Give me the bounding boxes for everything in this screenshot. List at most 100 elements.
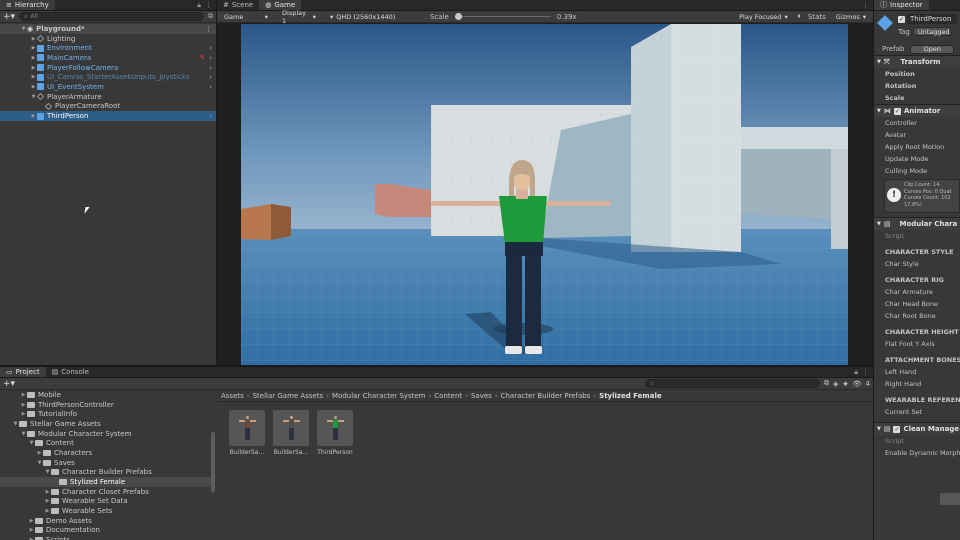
kebab-menu-icon[interactable]: ⋮ bbox=[205, 1, 212, 9]
expand-arrow-icon[interactable]: ▼ bbox=[30, 94, 37, 100]
project-folder-item[interactable]: ▼ Saves bbox=[0, 458, 211, 468]
transform-header[interactable]: ▼ ⤧ Transform bbox=[874, 56, 960, 68]
modular-field-row[interactable]: Flat Foot Y Axis bbox=[874, 338, 960, 350]
expand-arrow-icon[interactable]: ▶ bbox=[20, 411, 27, 417]
mute-audio-icon[interactable]: 🔈︎ bbox=[798, 12, 802, 21]
modular-header[interactable]: ▼ ▤ Modular Chara bbox=[874, 218, 960, 230]
expand-arrow-icon[interactable]: ▼ bbox=[28, 440, 35, 446]
resolution-dropdown[interactable]: ▾ QHD (2560x1440) bbox=[326, 12, 424, 21]
add-icon[interactable]: +▾ bbox=[3, 12, 15, 22]
expand-arrow-icon[interactable]: ▼ bbox=[44, 469, 51, 475]
scene-row[interactable]: ▼ ◉ Playground* ⋮ bbox=[0, 24, 216, 34]
breadcrumb-item[interactable]: Content bbox=[434, 392, 462, 400]
tab-hierarchy[interactable]: ≡ Hierarchy bbox=[0, 0, 55, 10]
project-folder-item[interactable]: ▼ Character Builder Prefabs bbox=[0, 468, 211, 478]
expand-arrow-icon[interactable]: ▼ bbox=[20, 26, 27, 32]
game-mode-dropdown[interactable]: Game ▾ bbox=[220, 12, 272, 21]
project-folder-item[interactable]: ▼ Modular Character System bbox=[0, 429, 211, 439]
animator-row[interactable]: Apply Root Motion bbox=[874, 141, 960, 153]
lock-icon[interactable]: 🔒︎ bbox=[854, 368, 858, 377]
breadcrumb-item[interactable]: Stylized Female bbox=[599, 392, 661, 400]
animator-row[interactable]: Controller bbox=[874, 117, 960, 129]
display-dropdown[interactable]: Display 1 ▾ bbox=[278, 9, 320, 25]
scale-slider[interactable] bbox=[454, 12, 551, 21]
chevron-right-icon[interactable]: › bbox=[209, 64, 212, 72]
chevron-right-icon[interactable]: › bbox=[209, 44, 212, 52]
project-folder-item[interactable]: ▶ ThirdPersonController bbox=[0, 400, 211, 410]
favorite-star-icon[interactable]: ★ bbox=[842, 380, 848, 388]
kebab-menu-icon[interactable]: ⋮ bbox=[862, 1, 869, 9]
expand-arrow-icon[interactable]: ▶ bbox=[44, 489, 51, 495]
tag-dropdown[interactable]: Untagged bbox=[912, 27, 951, 36]
expand-arrow-icon[interactable]: ▼ bbox=[20, 431, 27, 437]
animator-row[interactable]: Culling Mode bbox=[874, 165, 960, 177]
tab-console[interactable]: ▤ Console bbox=[46, 367, 95, 377]
prefab-open-button[interactable]: Open bbox=[910, 44, 955, 54]
animator-row[interactable]: Update Mode bbox=[874, 153, 960, 165]
modular-field-row[interactable]: Right Hand bbox=[874, 378, 960, 390]
expand-arrow-icon[interactable]: ▶ bbox=[36, 450, 43, 456]
breadcrumb-item[interactable]: Modular Character System bbox=[332, 392, 425, 400]
game-viewport[interactable] bbox=[241, 24, 848, 365]
expand-arrow-icon[interactable]: ▶ bbox=[30, 74, 37, 80]
expand-arrow-icon[interactable]: ▶ bbox=[20, 392, 27, 398]
filter-type-icon[interactable]: ⧉ bbox=[824, 379, 829, 388]
project-folder-item[interactable]: ▶ TutorialInfo bbox=[0, 409, 211, 419]
tab-inspector[interactable]: ⓘ Inspector bbox=[874, 0, 929, 10]
animator-header[interactable]: ▼ ⋈ ✓ Animator bbox=[874, 105, 960, 117]
animator-row[interactable]: Avatar bbox=[874, 129, 960, 141]
project-tree-scrollbar[interactable] bbox=[211, 432, 215, 492]
project-folder-item[interactable]: ▶ Wearable Set Data bbox=[0, 497, 211, 507]
modular-field-row[interactable]: Left Hand bbox=[874, 366, 960, 378]
hierarchy-item[interactable]: ▶ Environment › bbox=[0, 43, 216, 53]
lock-icon[interactable]: 🔒︎ bbox=[197, 1, 201, 10]
modular-field-row[interactable]: Current Set bbox=[874, 406, 960, 418]
gizmos-dropdown[interactable]: Gizmos ▾ bbox=[831, 12, 870, 21]
hidden-packages-icon[interactable]: 👁︎ bbox=[853, 380, 862, 388]
project-folder-item[interactable]: ▼ Stellar Game Assets bbox=[0, 419, 211, 429]
hierarchy-search-input[interactable]: ⌕ All bbox=[19, 12, 204, 21]
hierarchy-item[interactable]: PlayerCameraRoot bbox=[0, 102, 216, 112]
filter-label-icon[interactable]: ◈ bbox=[833, 380, 838, 388]
add-icon[interactable]: +▾ bbox=[3, 379, 15, 389]
clean-field-row[interactable]: Enable Dynamic Morph bbox=[874, 447, 960, 459]
project-folder-item[interactable]: ▶ Wearable Sets bbox=[0, 506, 211, 516]
active-checkbox[interactable]: ✓ bbox=[898, 15, 905, 23]
project-folder-item[interactable]: ▶ Character Closet Prefabs bbox=[0, 487, 211, 497]
kebab-menu-icon[interactable]: ⋮ bbox=[205, 25, 212, 33]
chevron-right-icon[interactable]: › bbox=[209, 54, 212, 62]
modular-field-row[interactable]: Char Head Bone bbox=[874, 298, 960, 310]
modular-field-row[interactable]: Char Root Bone bbox=[874, 310, 960, 322]
expand-arrow-icon[interactable]: ▶ bbox=[30, 36, 37, 42]
project-folder-item[interactable]: Stylized Female bbox=[0, 477, 211, 487]
asset-tile[interactable]: BuilderSa... bbox=[229, 410, 265, 456]
hierarchy-item[interactable]: ▶ PlayerFollowCamera › bbox=[0, 63, 216, 73]
hierarchy-item[interactable]: ▶ UI_EventSystem › bbox=[0, 82, 216, 92]
expand-arrow-icon[interactable]: ▶ bbox=[44, 508, 51, 514]
stats-button[interactable]: Stats bbox=[808, 13, 826, 21]
hierarchy-item[interactable]: ▼ PlayerArmature bbox=[0, 92, 216, 102]
project-folder-item[interactable]: ▼ Content bbox=[0, 438, 211, 448]
expand-arrow-icon[interactable]: ▶ bbox=[28, 518, 35, 524]
project-search-input[interactable]: ⌕ bbox=[644, 379, 820, 388]
chevron-right-icon[interactable]: › bbox=[209, 73, 212, 81]
expand-arrow-icon[interactable]: ▶ bbox=[30, 65, 37, 71]
expand-arrow-icon[interactable]: ▶ bbox=[30, 55, 37, 61]
project-folder-item[interactable]: ▶ Demo Assets bbox=[0, 516, 211, 526]
breadcrumb-item[interactable]: Stellar Game Assets bbox=[253, 392, 324, 400]
clean-enabled-checkbox[interactable]: ✓ bbox=[893, 425, 901, 433]
asset-tile[interactable]: BuilderSa... bbox=[273, 410, 309, 456]
play-focused-dropdown[interactable]: Play Focused ▾ bbox=[735, 12, 792, 21]
project-folder-item[interactable]: ▶ Characters bbox=[0, 448, 211, 458]
animator-enabled-checkbox[interactable]: ✓ bbox=[893, 107, 901, 115]
expand-arrow-icon[interactable]: ▶ bbox=[30, 113, 37, 119]
expand-arrow-icon[interactable]: ▶ bbox=[30, 84, 37, 90]
expand-arrow-icon[interactable]: ▼ bbox=[36, 460, 43, 466]
modular-field-row[interactable]: Char Style bbox=[874, 258, 960, 270]
add-component-button[interactable] bbox=[940, 493, 960, 505]
clean-header[interactable]: ▼ ▤ ✓ Clean Manage bbox=[874, 423, 960, 435]
chevron-right-icon[interactable]: › bbox=[209, 83, 212, 91]
object-name-field[interactable]: ThirdPerson bbox=[907, 14, 957, 24]
hierarchy-item[interactable]: ▶ Lighting bbox=[0, 34, 216, 44]
breadcrumb-item[interactable]: Character Builder Prefabs bbox=[501, 392, 591, 400]
